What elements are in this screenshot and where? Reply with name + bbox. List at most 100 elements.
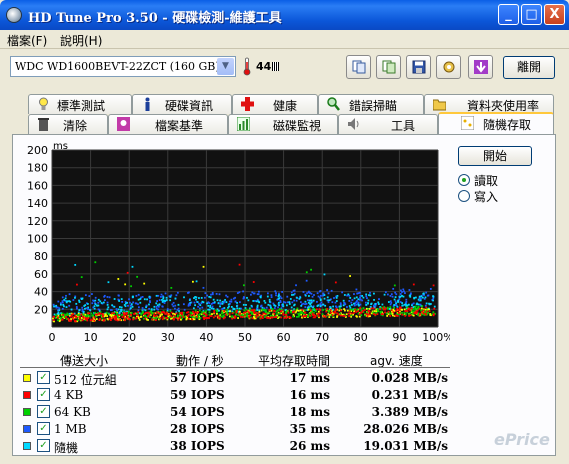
series-checkbox[interactable]: ✓ <box>37 371 50 384</box>
download-button[interactable] <box>468 55 493 79</box>
data-point <box>425 302 428 305</box>
data-point <box>187 292 189 294</box>
data-point <box>367 313 370 316</box>
data-point <box>143 298 146 301</box>
transfer-size-label: 1 MB <box>54 422 87 436</box>
data-point <box>322 303 324 306</box>
tab-error-scan[interactable]: 錯誤掃瞄 <box>318 94 424 114</box>
data-point <box>228 313 231 315</box>
tab-file-benchmark[interactable]: 檔案基準 <box>108 114 228 134</box>
data-point <box>240 315 242 318</box>
data-point <box>301 312 304 314</box>
data-point <box>299 309 302 312</box>
data-point <box>259 314 262 317</box>
series-checkbox[interactable]: ✓ <box>37 422 50 435</box>
data-point <box>343 308 345 311</box>
data-point <box>242 290 245 293</box>
menu-help[interactable]: 說明(H) <box>60 32 102 49</box>
start-button[interactable]: 開始 <box>458 146 532 166</box>
data-point <box>356 300 358 302</box>
data-point <box>169 295 172 298</box>
data-point <box>174 297 177 300</box>
data-point <box>254 300 256 302</box>
data-point <box>403 290 405 293</box>
data-point <box>248 316 251 319</box>
copy-text-button[interactable] <box>346 55 371 79</box>
drive-select[interactable]: WDC WD1600BEVT-22ZCT (160 GB) ▼ <box>10 56 236 77</box>
copy-screenshot-button[interactable] <box>376 55 401 79</box>
tab-erase[interactable]: 清除 <box>28 114 108 134</box>
data-point <box>206 317 208 320</box>
tab-random-access[interactable]: 隨機存取 <box>438 112 554 134</box>
tab-info[interactable]: 硬碟資訊 <box>132 94 232 114</box>
tab-tools[interactable]: 工具 <box>338 114 438 134</box>
maximize-button[interactable]: □ <box>521 4 542 25</box>
data-point <box>91 318 94 321</box>
data-point <box>52 319 55 321</box>
data-point <box>170 315 173 318</box>
data-point <box>386 293 389 296</box>
save-button[interactable] <box>406 55 431 79</box>
data-point <box>78 309 81 312</box>
data-point <box>200 297 203 299</box>
data-point <box>274 305 277 307</box>
menu-file[interactable]: 檔案(F) <box>7 32 47 49</box>
data-point <box>107 306 110 309</box>
data-point <box>343 294 346 296</box>
data-point <box>187 311 190 313</box>
exit-button[interactable]: 離開 <box>503 56 555 79</box>
data-point <box>206 302 208 305</box>
chevron-down-icon[interactable]: ▼ <box>217 58 234 75</box>
data-point <box>302 291 305 293</box>
tab-benchmark[interactable]: 標準測試 <box>28 94 132 114</box>
series-checkbox[interactable]: ✓ <box>37 405 50 418</box>
data-point <box>74 296 76 299</box>
data-point <box>242 303 245 306</box>
data-point <box>93 307 96 310</box>
data-point <box>148 300 151 302</box>
data-point <box>257 314 260 317</box>
data-point <box>146 298 148 301</box>
data-point <box>331 301 334 304</box>
data-point <box>326 289 329 291</box>
data-point <box>419 299 422 302</box>
data-point <box>362 307 365 310</box>
data-point <box>330 311 332 314</box>
data-point <box>168 313 171 316</box>
data-point <box>97 301 100 304</box>
data-point <box>243 309 246 312</box>
data-point <box>90 312 93 315</box>
data-point <box>265 306 268 309</box>
data-point <box>286 304 288 307</box>
data-point <box>326 314 329 316</box>
data-point <box>121 313 123 316</box>
iops-value: 57 IOPS <box>170 371 225 385</box>
data-point <box>226 295 229 298</box>
data-point <box>158 312 160 315</box>
read-radio[interactable] <box>458 174 470 186</box>
data-point <box>353 302 355 305</box>
outlier-point <box>94 261 97 264</box>
data-point <box>215 292 218 295</box>
data-point <box>387 310 390 313</box>
close-button[interactable]: X <box>544 4 565 25</box>
data-point <box>217 314 220 317</box>
data-point <box>91 302 94 305</box>
data-point <box>278 308 281 310</box>
data-point <box>335 306 338 309</box>
data-point <box>293 304 295 307</box>
tab-disk-monitor[interactable]: 磁碟監視 <box>228 114 338 134</box>
write-radio[interactable] <box>458 190 470 202</box>
series-checkbox[interactable]: ✓ <box>37 388 50 401</box>
data-point <box>335 308 338 310</box>
options-button[interactable] <box>436 55 461 79</box>
series-checkbox[interactable]: ✓ <box>37 439 50 452</box>
data-point <box>68 312 71 315</box>
tab-folder-usage[interactable]: 資料夾使用率 <box>424 94 554 114</box>
minimize-button[interactable]: _ <box>498 4 519 25</box>
outlier-point <box>136 275 139 278</box>
tab-health[interactable]: 健康 <box>232 94 318 114</box>
data-point <box>166 313 169 316</box>
data-point <box>415 303 418 306</box>
data-point <box>155 294 158 297</box>
